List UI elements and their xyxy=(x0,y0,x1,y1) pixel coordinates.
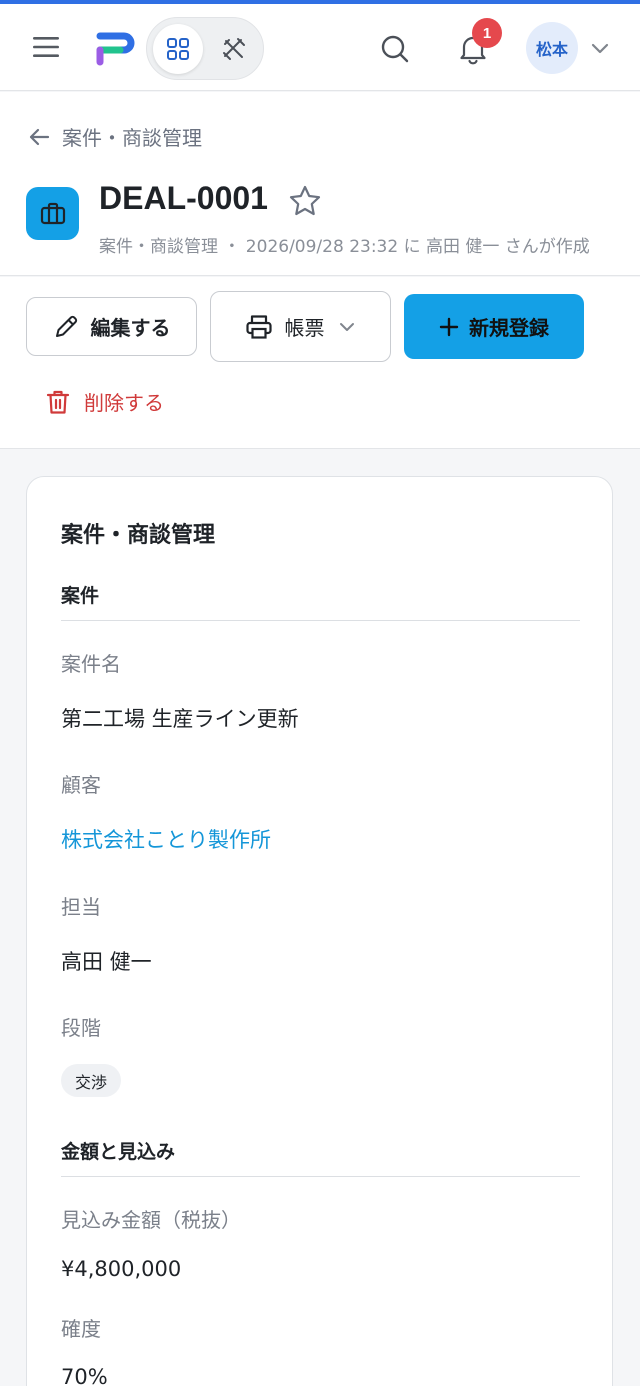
arrow-left-icon xyxy=(29,128,50,145)
field-value-deal-name: 第二工場 生産ライン更新 xyxy=(61,707,299,731)
print-dropdown[interactable]: 帳票 xyxy=(210,291,391,362)
field-label-owner: 担当 xyxy=(61,895,101,919)
tools-icon xyxy=(223,38,245,60)
card-title: 案件・商談管理 xyxy=(61,523,216,548)
action-bar: 編集する 帳票 新規登録 削除する xyxy=(0,277,640,449)
record-meta: 案件・商談管理 ・ 2026/09/28 23:32 に 高田 健一 さんが作成 xyxy=(99,237,590,257)
briefcase-icon xyxy=(40,202,65,224)
field-label-stage: 段階 xyxy=(61,1016,101,1040)
stage-badge: 交渉 xyxy=(61,1064,122,1097)
chevron-down-icon xyxy=(339,322,354,331)
user-avatar[interactable]: 松本 xyxy=(526,22,578,74)
delete-label: 削除する xyxy=(84,391,164,415)
customer-link[interactable]: 株式会社ことり製作所 xyxy=(61,824,271,854)
print-label: 帳票 xyxy=(284,316,325,340)
breadcrumb-back[interactable]: 案件・商談管理 xyxy=(28,122,202,151)
trash-icon xyxy=(46,390,70,414)
field-label-customer: 顧客 xyxy=(61,773,101,797)
tools-view-button[interactable] xyxy=(209,24,259,74)
section-title-deal: 案件 xyxy=(61,585,100,607)
grid-icon xyxy=(167,38,189,60)
section-divider xyxy=(61,620,580,621)
notification-badge: 1 xyxy=(472,18,502,48)
menu-icon xyxy=(33,37,59,57)
pencil-icon xyxy=(55,315,77,337)
chevron-down-icon[interactable] xyxy=(588,36,612,60)
edit-button[interactable]: 編集する xyxy=(26,297,197,356)
record-detail-card: 案件・商談管理 案件 案件名 第二工場 生産ライン更新 顧客 株式会社ことり製作… xyxy=(26,476,613,1386)
field-value-owner: 高田 健一 xyxy=(61,950,152,974)
field-value-expected-amount: ¥4,800,000 xyxy=(61,1257,182,1281)
page-title: DEAL-0001 xyxy=(99,180,268,216)
plus-icon xyxy=(439,317,459,336)
new-record-label: 新規登録 xyxy=(469,316,549,340)
field-label-deal-name: 案件名 xyxy=(61,652,121,676)
app-logo[interactable] xyxy=(94,28,138,72)
section-divider xyxy=(61,1176,580,1177)
record-type-icon xyxy=(26,187,79,240)
top-app-bar: 1 松本 xyxy=(0,4,640,91)
field-label-expected-amount: 見込み金額（税抜） xyxy=(61,1208,241,1232)
new-record-button[interactable]: 新規登録 xyxy=(404,294,584,359)
delete-button[interactable]: 削除する xyxy=(46,387,164,416)
field-label-probability: 確度 xyxy=(61,1317,101,1341)
search-button[interactable] xyxy=(372,26,418,72)
edit-label: 編集する xyxy=(90,316,171,340)
section-title-amount: 金額と見込み xyxy=(61,1141,176,1163)
field-value-probability: 70% xyxy=(61,1365,108,1386)
record-header: 案件・商談管理 DEAL-0001 案件・商談管理 ・ 2026/09/28 2… xyxy=(0,92,640,276)
search-icon xyxy=(381,35,409,63)
favorite-star-icon[interactable] xyxy=(288,184,322,218)
grid-view-button[interactable] xyxy=(153,24,203,74)
mode-toggle xyxy=(146,17,264,80)
printer-icon xyxy=(245,314,272,339)
menu-button[interactable] xyxy=(26,30,66,64)
breadcrumb-label: 案件・商談管理 xyxy=(62,126,202,150)
